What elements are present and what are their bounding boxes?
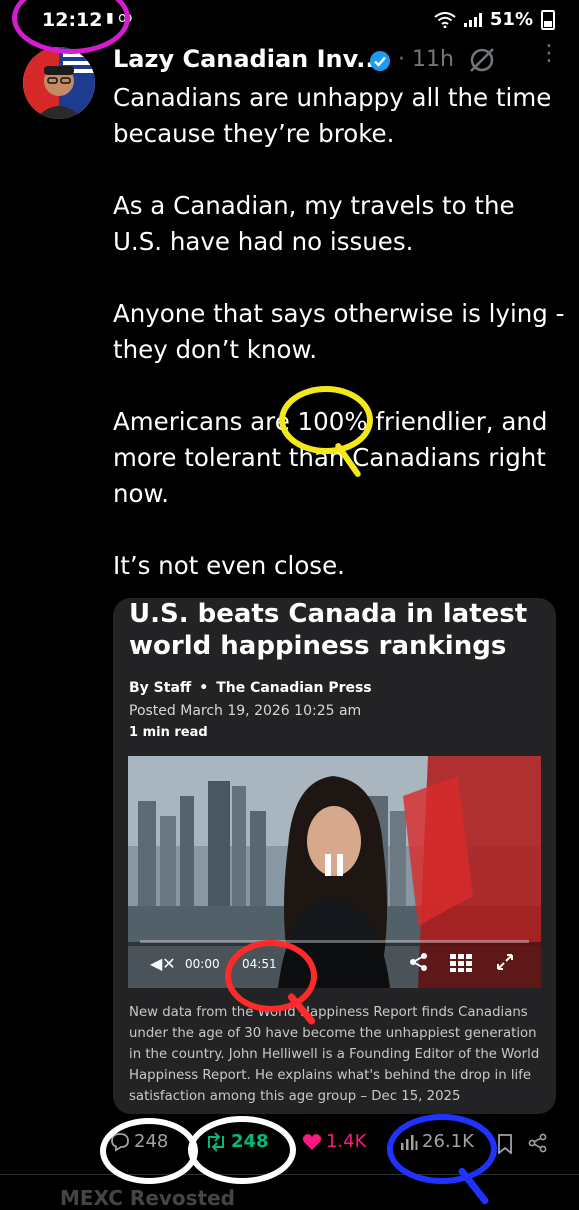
grok-icon[interactable] <box>468 46 496 74</box>
tweet-paragraph: It’s not even close. <box>113 551 345 580</box>
heart-icon <box>302 1133 322 1150</box>
fullscreen-icon[interactable] <box>496 953 514 971</box>
wifi-icon <box>434 11 456 28</box>
video-player[interactable]: ◀✕ 00:00 / 04:51 <box>128 756 541 988</box>
tweet-paragraph: Anyone that says otherwise is lying - th… <box>113 299 565 364</box>
divider <box>0 1174 579 1175</box>
video-description: New data from the World Happiness Report… <box>129 1005 540 1104</box>
article-title[interactable]: U.S. beats Canada in latest world happin… <box>129 598 549 662</box>
annotation-circle-blue <box>387 1114 497 1184</box>
annotation-circle-yellow <box>279 386 373 454</box>
tweet-paragraph: As a Canadian, my travels to the U.S. ha… <box>113 191 515 256</box>
annotation-circle-white-reply <box>100 1118 198 1184</box>
battery-icon <box>541 9 555 30</box>
video-share-icon[interactable] <box>409 952 429 972</box>
annotation-circle-white-retweet <box>188 1116 296 1184</box>
more-options-icon[interactable]: ⋮ <box>538 43 560 65</box>
separator-dot: · <box>398 47 405 72</box>
verified-badge-icon <box>370 51 390 71</box>
share-icon[interactable] <box>528 1133 548 1153</box>
video-current-time: 00:00 <box>185 957 220 971</box>
annotation-circle-red <box>225 940 317 1012</box>
author-name[interactable]: Lazy Canadian Inv... <box>113 45 384 73</box>
byline-bullet: • <box>199 680 209 696</box>
byline-outlet: The Canadian Press <box>216 680 372 696</box>
tweet-text: Canadians are unhappy all the time becau… <box>113 80 565 620</box>
signal-icon <box>463 12 482 27</box>
timestamp[interactable]: · 11h <box>398 47 454 72</box>
video-progress-bar[interactable] <box>140 940 529 943</box>
time-ago: 11h <box>412 47 454 72</box>
article-read-time: 1 min read <box>129 725 208 740</box>
bookmark-icon[interactable] <box>497 1134 513 1154</box>
avatar[interactable] <box>23 47 95 119</box>
byline-author: By Staff <box>129 680 192 696</box>
like-count: 1.4K <box>326 1131 367 1152</box>
article-byline: By Staff • The Canadian Press <box>129 680 372 696</box>
mute-icon[interactable]: ◀✕ <box>150 954 176 973</box>
article-posted-date: Posted March 19, 2026 10:25 am <box>129 703 362 719</box>
status-right: 51% <box>434 9 555 30</box>
tweet-paragraph: Canadians are unhappy all the time becau… <box>113 83 552 148</box>
battery-percent: 51% <box>489 9 533 30</box>
next-post-peek[interactable]: MEXC Revosted <box>60 1186 235 1210</box>
article-card[interactable]: U.S. beats Canada in latest world happin… <box>113 598 556 1114</box>
grid-icon[interactable] <box>450 954 472 972</box>
pause-icon[interactable] <box>325 854 345 876</box>
like-button[interactable]: 1.4K <box>302 1131 366 1152</box>
